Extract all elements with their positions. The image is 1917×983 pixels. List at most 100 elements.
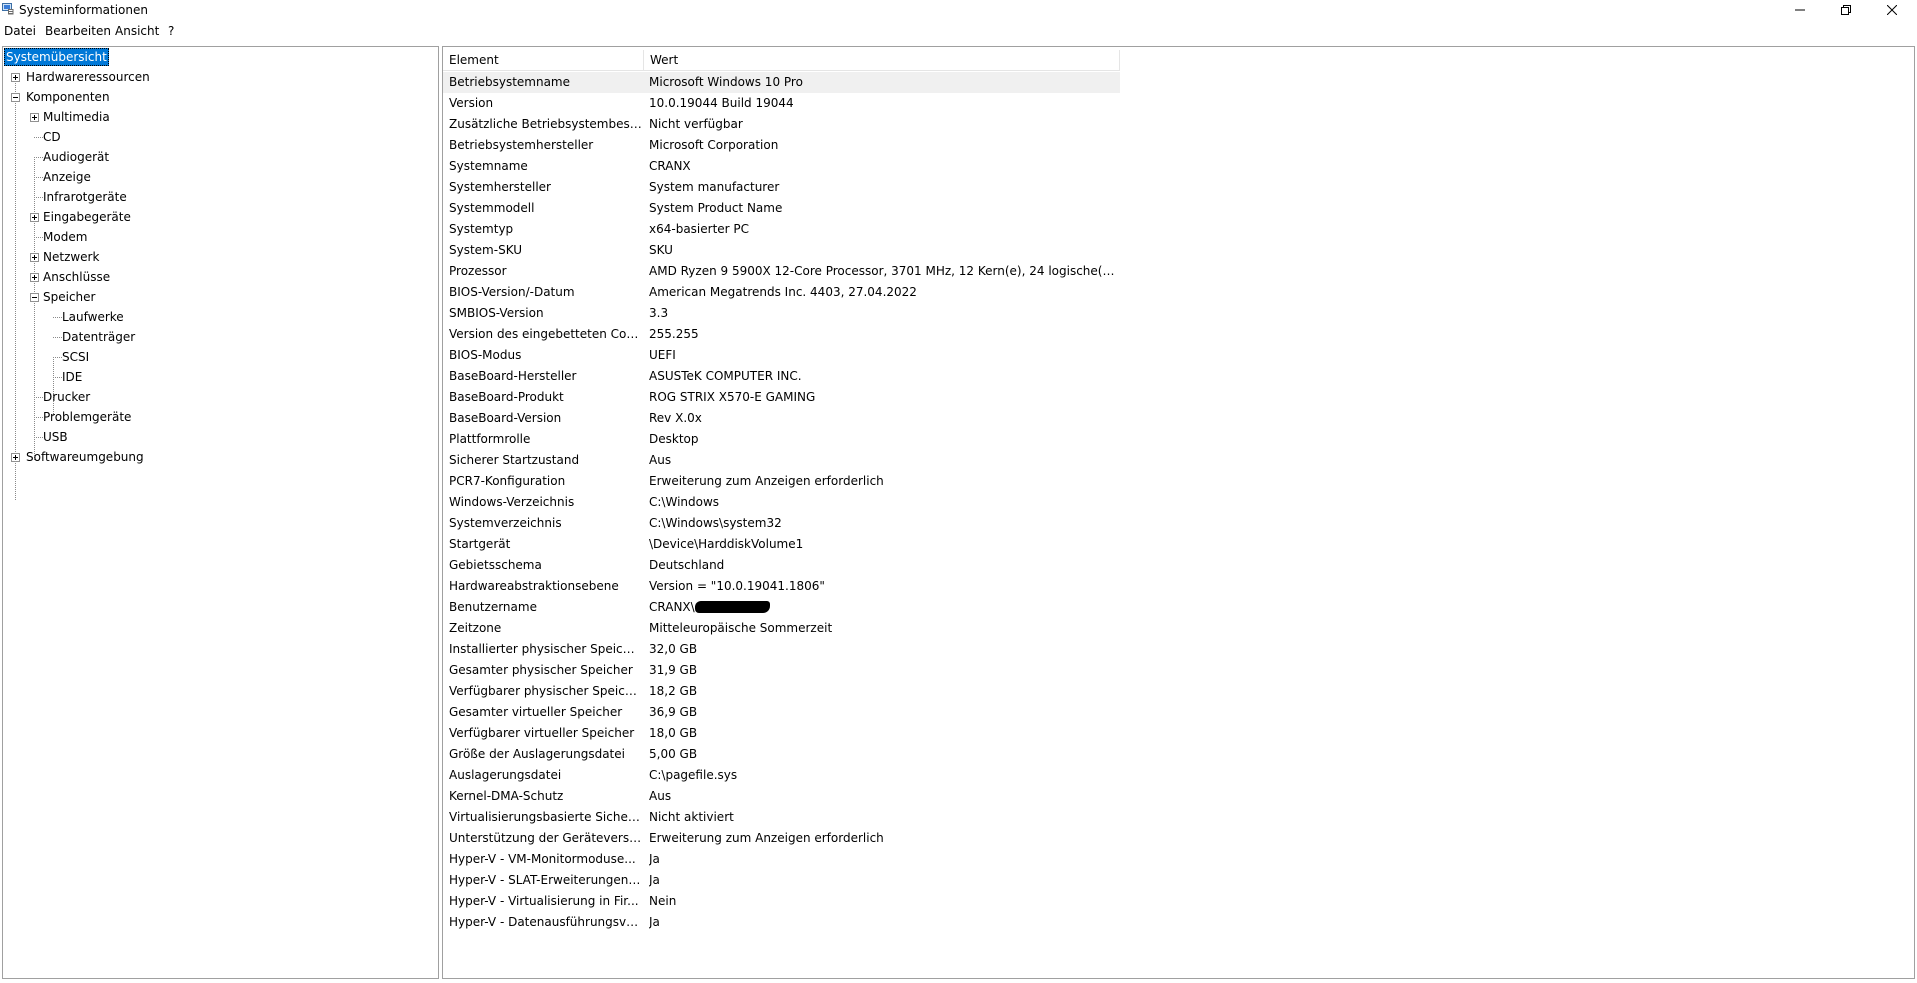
tree-item-ide[interactable]: IDE [3, 368, 433, 386]
table-row[interactable]: Kernel-DMA-Schutz Aus [443, 786, 1120, 807]
table-row[interactable]: Zeitzone Mitteleuropäische Sommerzeit [443, 618, 1120, 639]
column-header-element[interactable]: Element [443, 50, 643, 71]
tree-item-label: Hardwareressourcen [26, 70, 150, 84]
table-row[interactable]: Virtualisierungsbasierte Sicherh... Nicht… [443, 807, 1120, 828]
table-row[interactable]: Systemmodell System Product Name [443, 198, 1120, 219]
cell-value: ASUSTeK COMPUTER INC. [649, 369, 802, 383]
cell-value: Ja [649, 852, 660, 866]
menu-help[interactable]: ? [168, 23, 174, 39]
cell-element: Verfügbarer physischer Speicher [449, 684, 642, 698]
cell-element: Auslagerungsdatei [449, 768, 562, 782]
expand-icon[interactable] [30, 253, 39, 262]
table-row[interactable]: Gesamter physischer Speicher 31,9 GB [443, 660, 1120, 681]
tree-item-komponenten[interactable]: Komponenten [3, 88, 433, 106]
expand-icon[interactable] [11, 453, 20, 462]
cell-element: Hyper-V - VM-Monitormoduse... [449, 852, 636, 866]
table-row[interactable]: Hyper-V - Datenausführungsve... Ja [443, 912, 1120, 933]
tree-item-problemgeräte[interactable]: Problemgeräte [3, 408, 433, 426]
column-header-value[interactable]: Wert [644, 50, 1120, 71]
table-row[interactable]: System-SKU SKU [443, 240, 1120, 261]
table-row[interactable]: Systemname CRANX [443, 156, 1120, 177]
details-list[interactable]: Element Wert Betriebsystemname Microsoft … [442, 46, 1915, 979]
tree-item-label: Audiogerät [43, 150, 110, 164]
table-row[interactable]: BIOS-Modus UEFI [443, 345, 1120, 366]
tree-item-multimedia[interactable]: Multimedia [3, 108, 433, 126]
table-row[interactable]: Verfügbarer physischer Speicher 18,2 GB [443, 681, 1120, 702]
table-row[interactable]: Benutzername CRANX\ [443, 597, 1120, 618]
tree-item-cd[interactable]: CD [3, 128, 433, 146]
table-row[interactable]: Windows-Verzeichnis C:\Windows [443, 492, 1120, 513]
table-row[interactable]: Plattformrolle Desktop [443, 429, 1120, 450]
close-icon [1887, 5, 1897, 15]
cell-element: BIOS-Modus [449, 348, 522, 362]
table-row[interactable]: Hyper-V - Virtualisierung in Fir... Nein [443, 891, 1120, 912]
tree-item-softwareumgebung[interactable]: Softwareumgebung [3, 448, 433, 466]
table-row[interactable]: Version 10.0.19044 Build 19044 [443, 93, 1120, 114]
tree-item-systemübersicht[interactable]: Systemübersicht [3, 48, 433, 66]
table-row[interactable]: PCR7-Konfiguration Erweiterung zum Anzeig… [443, 471, 1120, 492]
table-row[interactable]: Startgerät \Device\HarddiskVolume1 [443, 534, 1120, 555]
cell-value-text: CRANX\ [649, 600, 695, 614]
table-row[interactable]: Gebietsschema Deutschland [443, 555, 1120, 576]
cell-value: Erweiterung zum Anzeigen erforderlich [649, 831, 884, 845]
menu-ansicht[interactable]: Ansicht [115, 23, 159, 39]
menu-datei[interactable]: Datei [4, 23, 36, 39]
table-row[interactable]: Hyper-V - VM-Monitormoduse... Ja [443, 849, 1120, 870]
table-row[interactable]: BaseBoard-Hersteller ASUSTeK COMPUTER INC… [443, 366, 1120, 387]
table-row[interactable]: Größe der Auslagerungsdatei 5,00 GB [443, 744, 1120, 765]
tree-item-netzwerk[interactable]: Netzwerk [3, 248, 433, 266]
table-row[interactable]: Auslagerungsdatei C:\pagefile.sys [443, 765, 1120, 786]
tree-item-infrarotgeräte[interactable]: Infrarotgeräte [3, 188, 433, 206]
tree-item-laufwerke[interactable]: Laufwerke [3, 308, 433, 326]
expand-icon[interactable] [30, 113, 39, 122]
cell-value: Rev X.0x [649, 411, 702, 425]
tree-item-scsi[interactable]: SCSI [3, 348, 433, 366]
cell-element: Gesamter physischer Speicher [449, 663, 633, 677]
table-row[interactable]: Verfügbarer virtueller Speicher 18,0 GB [443, 723, 1120, 744]
table-row[interactable]: Systemverzeichnis C:\Windows\system32 [443, 513, 1120, 534]
collapse-icon[interactable] [30, 293, 39, 302]
category-tree[interactable]: Systemübersicht Hardwareressourcen Kompone… [2, 46, 439, 979]
collapse-icon[interactable] [11, 93, 20, 102]
expand-icon[interactable] [11, 73, 20, 82]
table-row[interactable]: Betriebsystemhersteller Microsoft Corpora… [443, 135, 1120, 156]
tree-item-drucker[interactable]: Drucker [3, 388, 433, 406]
menu-bearbeiten[interactable]: Bearbeiten [45, 23, 111, 39]
minimize-button[interactable] [1777, 0, 1823, 20]
tree-item-hardwareressourcen[interactable]: Hardwareressourcen [3, 68, 433, 86]
cell-value: Mitteleuropäische Sommerzeit [649, 621, 833, 635]
table-row[interactable]: Systemhersteller System manufacturer [443, 177, 1120, 198]
table-row[interactable]: Zusätzliche Betriebsystembesch... Nicht v… [443, 114, 1120, 135]
restore-icon [1841, 5, 1851, 15]
table-row[interactable]: Hardwareabstraktionsebene Version = "10.0… [443, 576, 1120, 597]
tree-item-label: IDE [62, 370, 83, 384]
table-row[interactable]: Version des eingebetteten Cont... 255.255 [443, 324, 1120, 345]
tree-item-anzeige[interactable]: Anzeige [3, 168, 433, 186]
column-separator[interactable] [1119, 50, 1120, 71]
table-row[interactable]: SMBIOS-Version 3.3 [443, 303, 1120, 324]
table-row[interactable]: Installierter physischer Speicher... 32,0… [443, 639, 1120, 660]
tree-item-datenträger[interactable]: Datenträger [3, 328, 433, 346]
expand-icon[interactable] [30, 273, 39, 282]
close-button[interactable] [1869, 0, 1915, 20]
table-row[interactable]: Systemtyp x64-basierter PC [443, 219, 1120, 240]
tree-item-modem[interactable]: Modem [3, 228, 433, 246]
tree-item-usb[interactable]: USB [3, 428, 433, 446]
table-row[interactable]: Unterstützung der Geräteversc... Erweiter… [443, 828, 1120, 849]
table-row[interactable]: BaseBoard-Produkt ROG STRIX X570-E GAMING [443, 387, 1120, 408]
tree-item-anschlüsse[interactable]: Anschlüsse [3, 268, 433, 286]
table-row[interactable]: Gesamter virtueller Speicher 36,9 GB [443, 702, 1120, 723]
table-row[interactable]: Betriebsystemname Microsoft Windows 10 Pr… [443, 72, 1120, 93]
expand-icon[interactable] [30, 213, 39, 222]
table-row[interactable]: Sicherer Startzustand Aus [443, 450, 1120, 471]
cell-value: 3.3 [649, 306, 669, 320]
table-row[interactable]: BIOS-Version/-Datum American Megatrends I… [443, 282, 1120, 303]
tree-item-speicher[interactable]: Speicher [3, 288, 433, 306]
tree-item-eingabegeräte[interactable]: Eingabegeräte [3, 208, 433, 226]
table-row[interactable]: Prozessor AMD Ryzen 9 5900X 12-Core Proce… [443, 261, 1120, 282]
cell-element: Hardwareabstraktionsebene [449, 579, 619, 593]
tree-item-audiogerät[interactable]: Audiogerät [3, 148, 433, 166]
table-row[interactable]: Hyper-V - SLAT-Erweiterungen ... Ja [443, 870, 1120, 891]
table-row[interactable]: BaseBoard-Version Rev X.0x [443, 408, 1120, 429]
restore-button[interactable] [1823, 0, 1869, 20]
